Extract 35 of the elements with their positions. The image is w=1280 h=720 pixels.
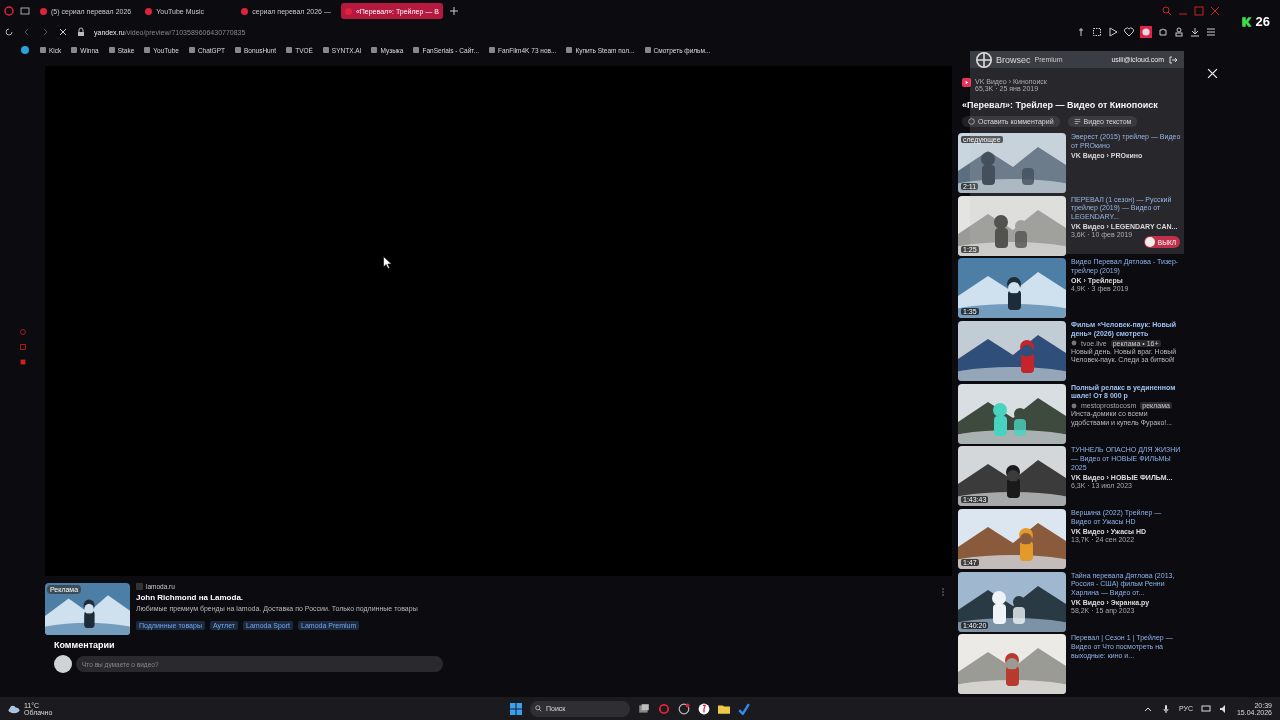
video-title: «Перевал»: Трейлер — Видео от Кинопоиск [962, 100, 1159, 110]
avatar [54, 655, 72, 673]
menu-icon[interactable] [1206, 27, 1216, 37]
channel-logo-icon[interactable] [962, 78, 971, 87]
search-icon[interactable] [1162, 6, 1172, 16]
comments-heading: Комментарии [54, 640, 116, 650]
stop-icon[interactable] [58, 27, 68, 37]
screenshot-icon[interactable] [1092, 27, 1102, 37]
task-view-icon[interactable] [638, 702, 650, 715]
ad-title[interactable]: John Richmond на Lamoda. [136, 593, 418, 602]
reload-icon[interactable] [4, 27, 14, 37]
globe-icon[interactable] [976, 51, 992, 68]
new-tab-icon[interactable] [448, 6, 459, 16]
folder-icon[interactable] [718, 702, 730, 715]
cursor-icon [383, 256, 392, 269]
play-icon[interactable] [1108, 27, 1118, 37]
badge-count: 26 [1255, 14, 1270, 29]
telegram-icon[interactable] [20, 45, 30, 55]
extension-name: Browsec [996, 54, 1031, 65]
browser-logo-icon[interactable] [4, 6, 14, 16]
heart-icon[interactable] [1124, 27, 1134, 37]
comment-icon [968, 118, 975, 125]
search-icon [535, 705, 542, 712]
profile-icon[interactable] [1174, 27, 1184, 37]
logout-icon[interactable] [1168, 54, 1178, 65]
start-icon[interactable] [510, 702, 522, 715]
k-logo-icon[interactable] [1240, 15, 1253, 28]
advertiser-icon[interactable] [1071, 402, 1077, 409]
network-icon[interactable] [1200, 703, 1211, 714]
download-icon[interactable] [1190, 27, 1200, 37]
advertiser-icon[interactable] [1071, 340, 1077, 346]
text-lines-icon [1073, 118, 1081, 125]
checkmark-icon[interactable] [738, 702, 750, 715]
lock-icon[interactable] [76, 27, 86, 37]
tabs-icon[interactable] [20, 6, 30, 16]
